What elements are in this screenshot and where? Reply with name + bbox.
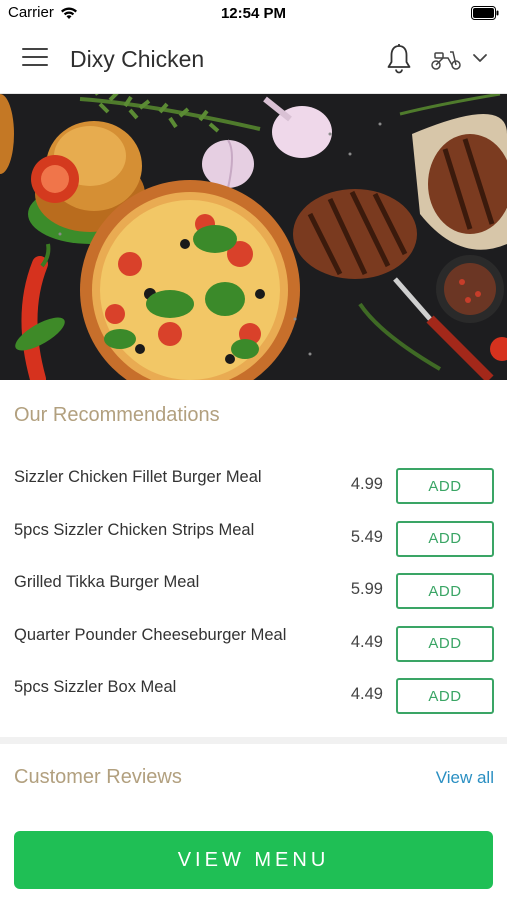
item-name: Sizzler Chicken Fillet Burger Meal [14, 468, 262, 486]
chevron-down-icon[interactable] [472, 52, 488, 64]
scooter-icon[interactable] [430, 47, 462, 71]
view-all-reviews-link[interactable]: View all [436, 768, 494, 788]
item-name: Grilled Tikka Burger Meal [14, 573, 200, 591]
menu-icon[interactable] [22, 48, 48, 70]
list-item: Grilled Tikka Burger Meal 5.99 ADD [0, 563, 507, 616]
list-item: Sizzler Chicken Fillet Burger Meal 4.99 … [0, 458, 507, 511]
recommendations-title: Our Recommendations [14, 404, 220, 426]
app-header: Dixy Chicken [0, 28, 507, 94]
battery-icon [471, 6, 499, 20]
add-button[interactable]: ADD [396, 573, 494, 609]
restaurant-title: Dixy Chicken [70, 46, 205, 72]
food-banner-image [0, 94, 507, 380]
list-item: 5pcs Sizzler Box Meal 4.49 ADD [0, 668, 507, 721]
clock: 12:54 PM [220, 5, 287, 22]
add-button[interactable]: ADD [396, 520, 494, 557]
item-name: 5pcs Sizzler Box Meal [14, 678, 177, 696]
item-price: 4.99 [350, 475, 383, 493]
status-bar: Carrier 12:54 PM [0, 0, 507, 28]
recommendations-list: Sizzler Chicken Fillet Burger Meal 4.99 … [0, 458, 507, 721]
reviews-title: Customer Reviews [14, 766, 182, 788]
item-name: 5pcs Sizzler Chicken Strips Meal [14, 520, 255, 539]
item-price: 4.49 [350, 632, 383, 651]
item-name: Quarter Pounder Cheeseburger Meal [14, 625, 287, 644]
section-divider [0, 737, 507, 744]
food-banner-illustration [0, 94, 507, 380]
add-button[interactable]: ADD [396, 678, 494, 714]
add-button[interactable]: ADD [396, 468, 494, 504]
list-item: Quarter Pounder Cheeseburger Meal 4.49 A… [0, 616, 507, 669]
bell-icon[interactable] [385, 43, 413, 75]
list-item: 5pcs Sizzler Chicken Strips Meal 5.49 AD… [0, 511, 507, 564]
view-menu-button[interactable]: VIEW MENU [14, 831, 493, 889]
item-price: 5.49 [350, 527, 383, 546]
item-price: 4.49 [350, 685, 383, 703]
add-button[interactable]: ADD [396, 625, 494, 662]
item-price: 5.99 [350, 580, 383, 598]
